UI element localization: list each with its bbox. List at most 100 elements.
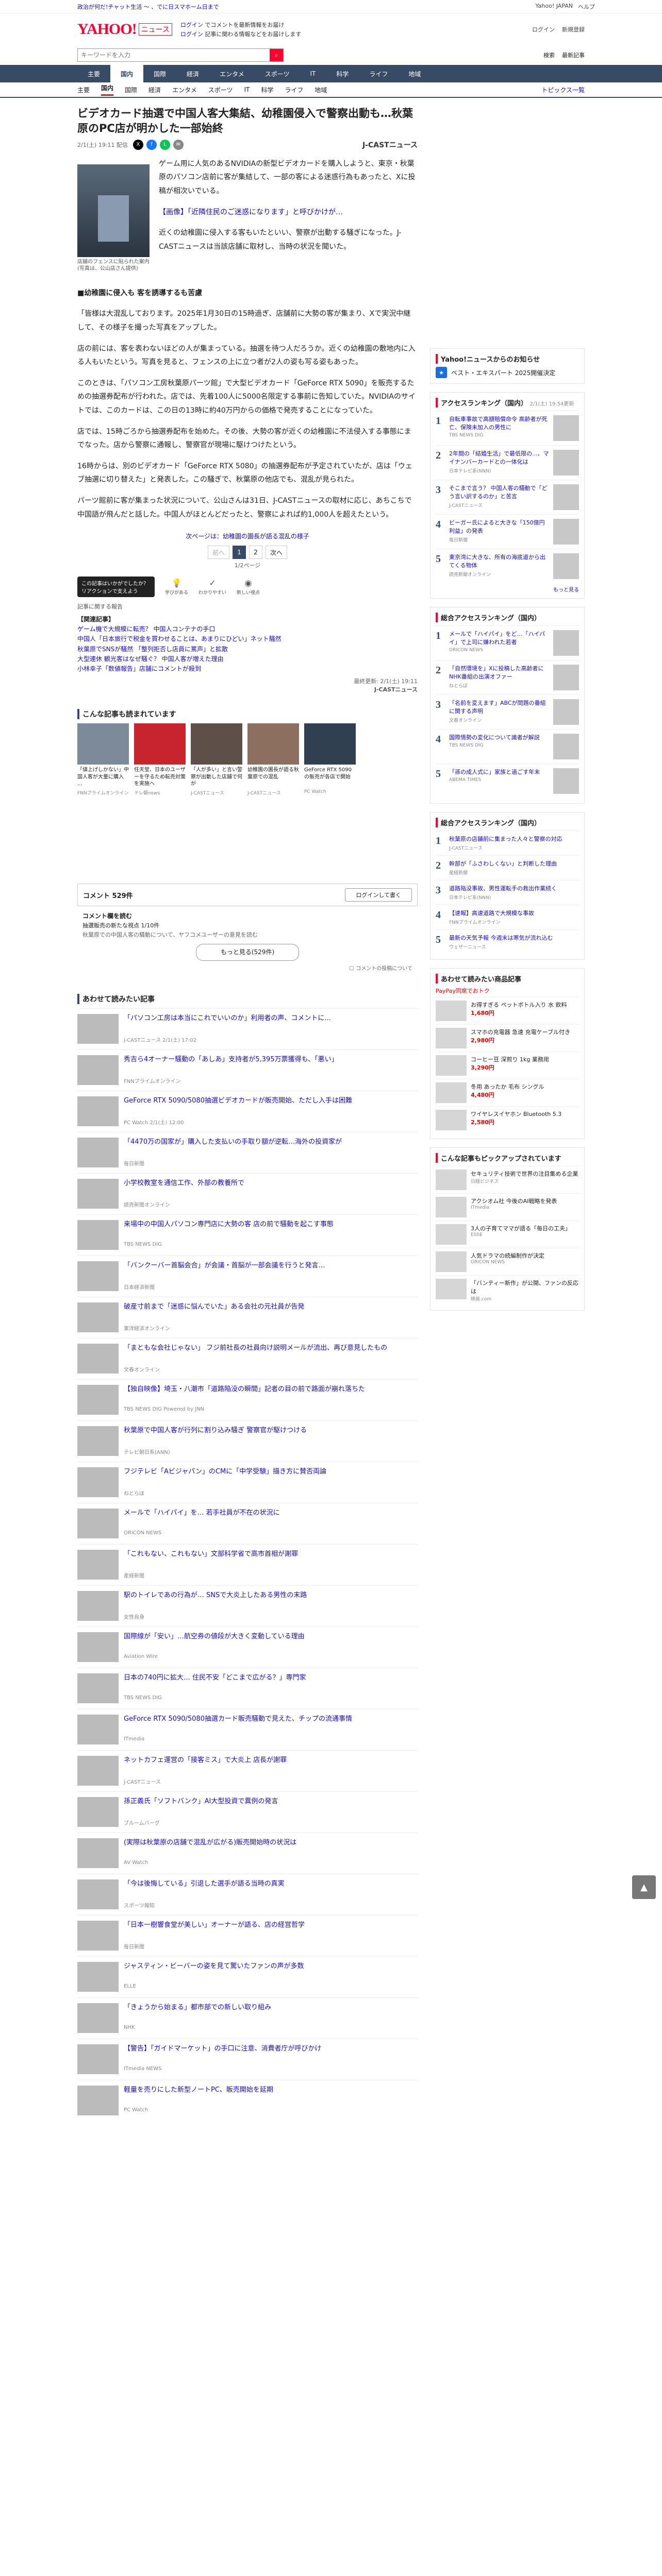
related-link[interactable]: 中国人「日本旅行で税金を買わせることは、あまりにひどい」ネット騒然 [77,634,418,644]
ranking-item[interactable]: 2 「自然環境を」Xに投稿した高齢者にNHK番組の出演オファー ねとらぼ [436,660,579,694]
list-item[interactable]: 「パソコン工房は本当にこれでいいのか」利用者の声、コメントに... J-CASTニ… [77,1008,418,1049]
nav-tab-entertainment[interactable]: エンタメ [209,65,255,82]
nav-tab-it[interactable]: IT [300,65,326,82]
ranking-item[interactable]: 1 秋葉原の店舗前に集まった人々と警察の対応 J-CASTニュース [436,831,579,855]
ranking-item[interactable]: 3 そこまで言う？ 中国人客の騒動で「どう言い訳するのか」と苦言 J-CASTニュー… [436,480,579,514]
reaction-clear-button[interactable]: ✓ わかりやすい [198,578,226,596]
ranking-item[interactable]: 4 ビーガー氏によると大きな「150億円利益」の発表 毎日新聞 [436,514,579,549]
related-link[interactable]: 秋葉原でSNSが騒然 「整列拒否し店員に罵声」と拡散 [77,645,418,654]
top-promo-link[interactable]: 政治が何だ!チャット生活 ～ 、でに日スマホーム日まで [77,3,219,11]
ranking-item[interactable]: 1 メールで「ハイパイ」をど…「ハイパイ」で上司に嫌われた若者 ORICON NEW… [436,625,579,660]
subnav-domestic[interactable]: 国内 [101,83,114,96]
notice-banner[interactable]: ★ ベスト・エキスパート 2025開催決定 [436,367,579,378]
reading-card[interactable]: 幼稚園の園長が語る秋葉原での混乱 J-CASTニュース [247,723,299,796]
subnav-life[interactable]: ライフ [285,86,303,94]
related-link[interactable]: 小林幸子「数値報告」店舗にコメントが殺到 [77,664,418,674]
yahoo-japan-link[interactable]: Yahoo! JAPAN [535,3,573,11]
ranking-item[interactable]: 4 国際情勢の変化について識者が解説 TBS NEWS DIG [436,729,579,764]
shopping-item[interactable]: コーヒー豆 深煎り 1kg 業務用 3,290円 [436,1051,579,1079]
page-2-button[interactable]: 2 [249,546,262,560]
login-link-1[interactable]: ログイン [180,22,203,28]
login-link-2[interactable]: ログイン [180,31,203,38]
list-item[interactable]: (実際は秋葉原の店舗で混乱が広がる)販売開始時の状況は AV Watch [77,1832,418,1874]
reading-card[interactable]: 「値上げしかない」中国人客が大量に購入 ... FNNプライムオンライン [77,723,129,796]
nav-tab-economy[interactable]: 経済 [176,65,209,82]
shopping-item[interactable]: スマホの充電器 急速 充電ケーブル付き 2,980円 [436,1024,579,1052]
pickup-item[interactable]: アクシオム社 今後のAI戦略を発表 ITmedia [436,1193,579,1221]
pickup-item[interactable]: セキュリティ技術で世界の注目集める企業 日経ビジネス [436,1165,579,1193]
comment-rules-link[interactable]: コメントの投稿について [356,965,412,973]
list-item[interactable]: 来場中の中国人パソコン専門店に大勢の客 店の前で騒動を起こす事態 TBS NEWS… [77,1214,418,1256]
list-item[interactable]: 「きょうから始まる」都市部での新しい取り組み NHK [77,1997,418,2039]
checkbox-icon[interactable]: ☐ [349,965,354,973]
list-item[interactable]: フジテレビ「Aビジャパン」のCMに「中学受験」描き方に賛否両論 ねとらぼ [77,1461,418,1503]
latest-articles-link[interactable]: 最新記事 [562,51,585,59]
source-logo[interactable]: J-CASTニュース [362,140,418,150]
list-item[interactable]: 破産寸前まで「迷惑に悩んでいた」ある会社の元社員が告発 東洋経済オンライン [77,1296,418,1338]
shopping-item[interactable]: ワイヤレスイヤホン Bluetooth 5.3 2,580円 [436,1106,579,1133]
list-item[interactable]: メールで「ハイパイ」を… 若手社員が不在の状況に ORICON NEWS [77,1502,418,1544]
subnav-local[interactable]: 地域 [315,86,327,94]
list-item[interactable]: 「バンクーバー首脳会合」が会議・首脳が一部会議を行うと発言… 日本経済新聞 [77,1255,418,1297]
mail-share-icon[interactable]: ✉ [173,139,184,150]
list-item[interactable]: ジャスティン・ビーバーの姿を見て驚いたファンの声が多数 ELLE [77,1956,418,1997]
list-item[interactable]: 「日本一樹響食堂が美しい」オーナーが語る、店の経営哲学 毎日新聞 [77,1914,418,1956]
page-1-button[interactable]: 1 [233,546,246,560]
ranking-item[interactable]: 2 幹部が「ふさわしくない」と判断した理由 産経新聞 [436,855,579,880]
search-button[interactable]: 検索 [543,51,555,59]
nav-tab-life[interactable]: ライフ [359,65,398,82]
nav-tab-main[interactable]: 主要 [77,65,110,82]
shopping-item[interactable]: 冬用 あったか 毛布 シングル 4,480円 [436,1078,579,1106]
ranking-item[interactable]: 5 東京湾に大きな、所有の海底道から出てくる物体 読売新聞オンライン [436,549,579,583]
list-item[interactable]: GeForce RTX 5090/5080抽選カード販売騒動で見えた、チップの流… [77,1708,418,1750]
pickup-item[interactable]: 「バンティー新作」が公開、ファンの反応は 映画.com [436,1275,579,1305]
help-link[interactable]: ヘルプ [578,3,595,11]
list-item[interactable]: 国際線が「安い」…航空券の値段が大きく変動している理由 Aviation Wire [77,1626,418,1668]
reading-card[interactable]: GeForce RTX 5090の販売が各店で開始 PC Watch [304,723,356,796]
subnav-science[interactable]: 科学 [261,86,273,94]
list-item[interactable]: 小学校教室を通信工作、外部の教養所で 読売新聞オンライン [77,1173,418,1214]
login-button[interactable]: ログイン [532,25,555,33]
facebook-share-icon[interactable]: f [146,139,157,150]
reading-card[interactable]: 「人が多い」と言い警察が出動した店舗で何が J-CASTニュース [191,723,242,796]
article-image[interactable]: 店舗のフェンスに貼られた案内(写真は、公山店さん提供) [77,164,150,272]
list-item[interactable]: 「4470万の国家が」購入した支払いの手取り額が逆転…海外の投資家が 毎日新聞 [77,1131,418,1173]
search-icon[interactable]: ⌕ [270,49,283,61]
list-item[interactable]: 駅のトイレであの行為が… SNSで大炎上したある男性の末路 女性自身 [77,1585,418,1626]
nav-tab-domestic[interactable]: 国内 [110,65,144,82]
list-item[interactable]: 「今は後悔している」引退した選手が語る当時の真実 スポーツ報知 [77,1873,418,1915]
list-item[interactable]: 秋葉原で中国人客が行列に割り込み騒ぎ 警察官が駆けつける テレビ朝日系(ANN) [77,1420,418,1462]
subnav-entertainment[interactable]: エンタメ [172,86,197,94]
x-share-icon[interactable]: X [133,139,143,150]
reaction-new-view-button[interactable]: ◉ 新しい視点 [237,578,260,596]
reading-card[interactable]: 任天堂、日本のユーザーを守るため転売対策を実施へ テレ朝news [134,723,186,796]
subnav-it[interactable]: IT [244,86,250,93]
subnav-international[interactable]: 国際 [125,86,137,94]
search-input[interactable] [78,49,270,61]
nav-tab-sports[interactable]: スポーツ [255,65,300,82]
ranking-item[interactable]: 1 自転車事故で高額賠償命令 高齢者が死亡、保険未加入の男性に TBS NEWS D… [436,411,579,445]
subnav-sports[interactable]: スポーツ [208,86,233,94]
list-item[interactable]: 【警告】「ガイドマーケット」の手口に注意、消費者庁が呼びかけ ITmedia NE… [77,2038,418,2080]
nav-tab-local[interactable]: 地域 [398,65,431,82]
list-item[interactable]: GeForce RTX 5090/5080抽選ビデオカードが販売開始、ただし入手… [77,1090,418,1132]
pickup-item[interactable]: 人気ドラマの続編制作が決定 ORICON NEWS [436,1247,579,1275]
shopping-item[interactable]: お得すぎる ペットボトル入り 水 飲料 1,680円 [436,996,579,1024]
nav-tab-international[interactable]: 国際 [143,65,176,82]
pickup-item[interactable]: 3人の子育てママが語る「毎日の工夫」 ESSE [436,1220,579,1248]
prev-page-button[interactable]: 前へ [207,546,229,560]
ranking-item[interactable]: 5 「孫の成人式に」家族と過ごす年末 ABEMA TIMES [436,764,579,798]
list-item[interactable]: 軽量を売りにした新型ノートPC、販売開始を延期 PC Watch [77,2079,418,2121]
list-item[interactable]: 日本の740円に拡大… 住民不安「どこまで広がる？」専門家 TBS NEWS DI… [77,1667,418,1709]
related-link[interactable]: 大型連休 観光客はなぜ騒ぐ？ 中国人客が増えた理由 [77,654,418,664]
related-link[interactable]: ゲーム機で大規模に転売？ 中国人コンテナの手口 [77,624,418,634]
next-page-button[interactable]: 次へ [266,546,288,560]
nav-tab-science[interactable]: 科学 [326,65,359,82]
more-comments-button[interactable]: もっと見る(529件) [196,943,299,961]
write-comment-button[interactable]: ログインして書く [345,888,412,902]
line-share-icon[interactable]: L [159,139,170,150]
list-item[interactable]: 「まともな会社じゃない」 フジ前社長の社員向け説明メールが流出、再び意見したもの… [77,1337,418,1379]
ranking-item[interactable]: 5 最新の天気予報 今週末は寒気が流れ込む ウェザーニュース [436,929,579,954]
register-button[interactable]: 新規登録 [562,25,585,33]
subnav-main[interactable]: 主要 [77,86,90,94]
